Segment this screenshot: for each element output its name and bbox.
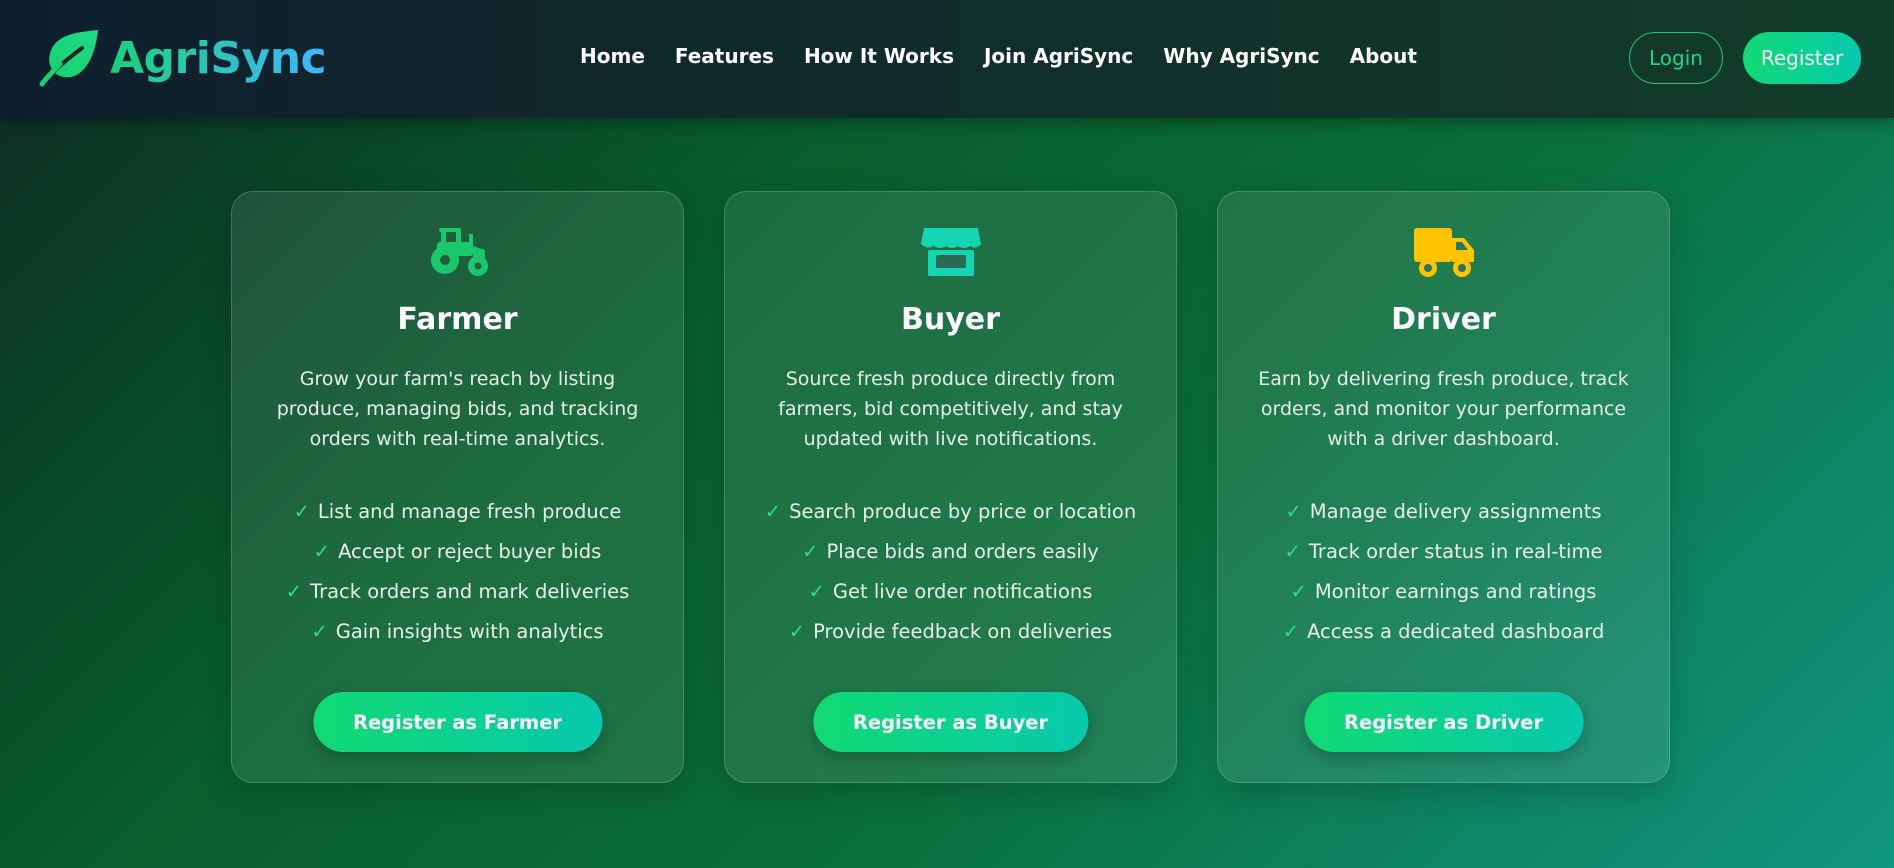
register-driver-button[interactable]: Register as Driver	[1303, 692, 1584, 752]
list-item: ✓ Search produce by price or location	[764, 500, 1137, 523]
list-item: ✓ Provide feedback on deliveries	[788, 620, 1113, 643]
check-icon: ✓	[788, 620, 806, 643]
feature-list: ✓ Manage delivery assignments ✓ Track orde…	[1218, 492, 1669, 652]
card-title: Driver	[1391, 302, 1496, 337]
navbar: AgriSync Home Features How It Works Join…	[0, 0, 1894, 118]
leaf-icon	[39, 30, 98, 87]
register-farmer-button[interactable]: Register as Farmer	[312, 692, 603, 752]
login-button[interactable]: Login	[1629, 32, 1723, 84]
nav-join-agrisync[interactable]: Join AgriSync	[984, 44, 1133, 68]
check-icon: ✓	[311, 620, 328, 643]
truck-icon	[1413, 228, 1474, 277]
list-item: ✓ List and manage fresh produce	[293, 500, 622, 523]
list-item: ✓ Place bids and orders easily	[802, 540, 1099, 563]
check-icon: ✓	[764, 500, 782, 523]
check-icon: ✓	[293, 500, 310, 523]
nav-features[interactable]: Features	[675, 44, 774, 68]
list-item: ✓ Manage delivery assignments	[1285, 500, 1602, 523]
check-icon: ✓	[802, 540, 819, 563]
list-item: ✓ Monitor earnings and ratings	[1290, 580, 1597, 603]
nav-home[interactable]: Home	[580, 44, 645, 68]
store-icon	[920, 228, 981, 276]
main-nav: Home Features How It Works Join AgriSync…	[580, 44, 1417, 68]
nav-how-it-works[interactable]: How It Works	[804, 44, 954, 68]
list-item: ✓ Accept or reject buyer bids	[313, 540, 602, 563]
brand-logo[interactable]: AgriSync	[38, 28, 327, 88]
card-title: Farmer	[397, 302, 518, 337]
list-item: ✓ Track orders and mark deliveries	[285, 580, 630, 603]
register-buyer-button[interactable]: Register as Buyer	[812, 692, 1089, 752]
card-title: Buyer	[901, 302, 1000, 337]
check-icon: ✓	[313, 540, 331, 563]
card-description: Grow your farm's reach by listing produc…	[276, 368, 639, 450]
list-item: ✓ Track order status in real-time	[1284, 540, 1603, 563]
list-item: ✓ Access a dedicated dashboard	[1282, 620, 1605, 643]
nav-about[interactable]: About	[1350, 44, 1417, 68]
check-icon: ✓	[1290, 580, 1307, 603]
driver-card: Driver Earn by delivering fresh produce,…	[1217, 191, 1670, 783]
check-icon: ✓	[1282, 620, 1299, 643]
feature-list: ✓ Search produce by price or location ✓ Pl…	[725, 492, 1176, 652]
farmer-card: Farmer Grow your farm's reach by listing…	[231, 191, 684, 783]
feature-list: ✓ List and manage fresh produce ✓ Accept o…	[232, 492, 683, 652]
list-item: ✓ Get live order notifications	[808, 580, 1093, 603]
buyer-card: Buyer Source fresh produce directly from…	[724, 191, 1177, 783]
register-button[interactable]: Register	[1743, 32, 1861, 84]
check-icon: ✓	[285, 580, 303, 603]
list-item: ✓ Gain insights with analytics	[311, 620, 604, 643]
card-description: Earn by delivering fresh produce, track …	[1258, 368, 1629, 450]
nav-why-agrisync[interactable]: Why AgriSync	[1163, 44, 1319, 68]
check-icon: ✓	[1284, 540, 1301, 563]
check-icon: ✓	[808, 580, 825, 603]
card-description: Source fresh produce directly from farme…	[778, 368, 1123, 450]
tractor-icon	[430, 228, 488, 276]
check-icon: ✓	[1285, 500, 1302, 523]
brand-name: AgriSync	[110, 32, 327, 84]
